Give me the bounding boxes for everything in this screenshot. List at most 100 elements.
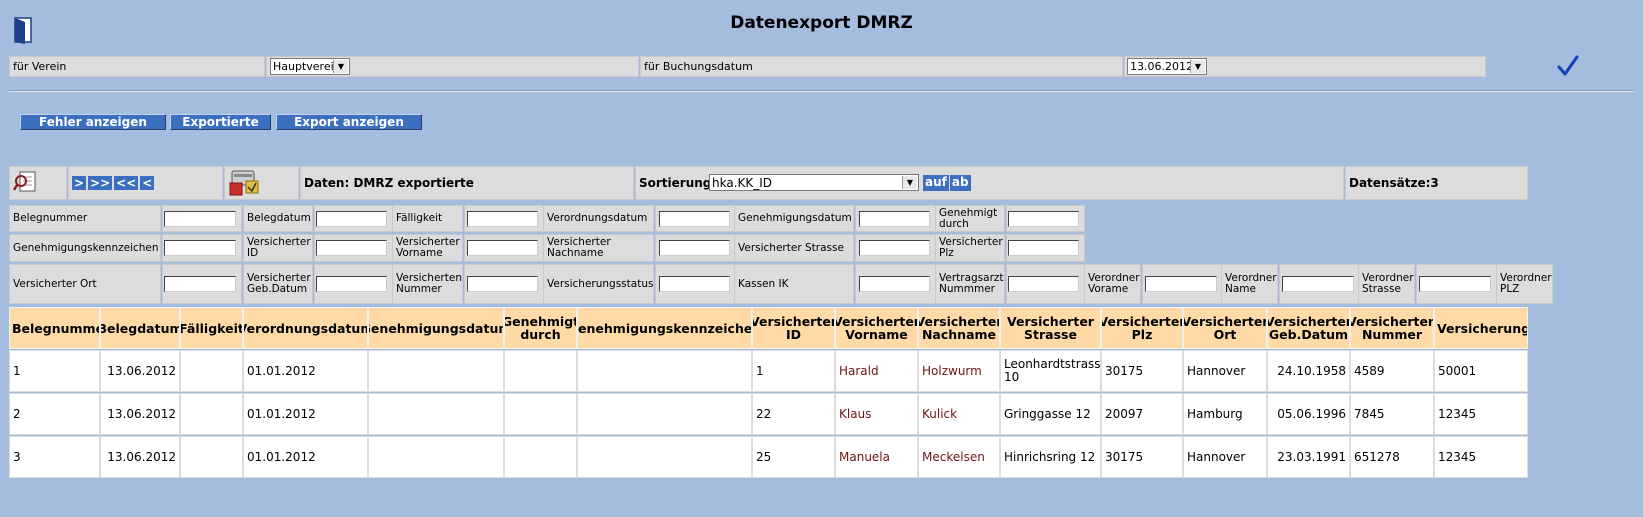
search-field-input[interactable]: [659, 276, 730, 292]
column-header[interactable]: Fälligkeit: [180, 307, 243, 349]
verein-label: für Verein: [9, 56, 265, 77]
search-field-input[interactable]: [859, 211, 930, 227]
table-cell: [368, 393, 504, 435]
table-cell: 25: [752, 436, 835, 478]
exportierte-button[interactable]: Exportierte: [170, 114, 271, 130]
table-cell: Hamburg: [1183, 393, 1267, 435]
column-header[interactable]: Genehmigungskennzeichen: [577, 307, 752, 349]
search-field-input[interactable]: [859, 240, 930, 256]
field-label: Verordner Vorame: [1084, 264, 1141, 304]
table-cell: Hannover: [1183, 350, 1267, 392]
prev-page-link[interactable]: <: [140, 176, 155, 190]
sortierung-select[interactable]: hka.KK_ID ▼: [709, 174, 919, 191]
search-field-input[interactable]: [1145, 276, 1217, 292]
table-cell: [504, 436, 577, 478]
column-header[interactable]: Versicherter Plz: [1101, 307, 1183, 349]
search-field-input[interactable]: [659, 240, 730, 256]
buchungsdatum-label: für Buchungsdatum: [640, 56, 1123, 77]
column-header[interactable]: Versicherter Nachname: [918, 307, 1000, 349]
table-cell: 22: [752, 393, 835, 435]
table-cell: 05.06.1996: [1267, 393, 1350, 435]
table-cell: 7845: [1350, 393, 1434, 435]
search-field-input[interactable]: [164, 240, 236, 256]
column-header[interactable]: Verordnungsdatum: [243, 307, 368, 349]
sortierung-label: Sortierung: [639, 176, 712, 190]
field-label: Versicherten Nummer: [392, 264, 463, 304]
search-field-input[interactable]: [467, 211, 538, 227]
search-field-input[interactable]: [316, 211, 387, 227]
table-cell: [180, 350, 243, 392]
search-field-input[interactable]: [1008, 211, 1079, 227]
column-header[interactable]: Genehmigt durch: [504, 307, 577, 349]
search-field-input[interactable]: [1282, 276, 1354, 292]
table-cell: 24.10.1958: [1267, 350, 1350, 392]
checkmark-icon[interactable]: [1557, 55, 1579, 77]
buchungsdatum-select[interactable]: 13.06.2012 ▼: [1127, 58, 1207, 75]
sort-asc-link[interactable]: auf: [923, 175, 949, 191]
table-cell: 12345: [1434, 436, 1528, 478]
verein-select[interactable]: Hauptverein ▼: [270, 58, 350, 75]
column-header[interactable]: Versicherter Strasse: [1000, 307, 1101, 349]
sort-desc-link[interactable]: ab: [949, 175, 971, 191]
table-cell: 13.06.2012: [100, 436, 180, 478]
field-label: Genehmigungsdatum: [734, 205, 854, 232]
table-cell: 651278: [1350, 436, 1434, 478]
table-cell: 1: [752, 350, 835, 392]
fehler-anzeigen-button[interactable]: Fehler anzeigen: [20, 114, 166, 130]
search-field-input[interactable]: [164, 276, 236, 292]
table-cell: 2: [9, 393, 100, 435]
magnifier-document-icon[interactable]: [12, 169, 39, 198]
table-cell: Hannover: [1183, 436, 1267, 478]
column-header[interactable]: Versicherter Vorname: [835, 307, 918, 349]
column-header[interactable]: Versicherungsstatu: [1434, 307, 1528, 349]
column-header[interactable]: Versicherten Nummer: [1350, 307, 1434, 349]
table-cell: 30175: [1101, 436, 1183, 478]
verein-select-value: Hauptverein: [273, 60, 341, 73]
field-label: Verordner PLZ: [1496, 264, 1553, 304]
table-cell: 13.06.2012: [100, 393, 180, 435]
column-header[interactable]: Genehmigungsdatum: [368, 307, 504, 349]
field-label: Versicherter Geb.Datum: [243, 264, 313, 304]
search-field-input[interactable]: [164, 211, 236, 227]
column-header[interactable]: Versicherter ID: [752, 307, 835, 349]
field-label: Verordner Name: [1221, 264, 1278, 304]
chevron-down-icon: ▼: [333, 60, 348, 73]
table-cell: [577, 436, 752, 478]
search-field-input[interactable]: [1008, 276, 1079, 292]
export-anzeigen-button[interactable]: Export anzeigen: [276, 114, 422, 130]
export-package-icon[interactable]: [228, 167, 262, 199]
table-cell: [577, 393, 752, 435]
sortierung-select-value: hka.KK_ID: [712, 175, 773, 190]
column-header[interactable]: Belegdatum: [100, 307, 180, 349]
chevron-down-icon: ▼: [902, 176, 917, 189]
search-field-input[interactable]: [467, 240, 538, 256]
export-cell: [224, 166, 299, 200]
search-field-input[interactable]: [316, 240, 387, 256]
last-page-link[interactable]: >>: [88, 176, 113, 190]
chevron-down-icon: ▼: [1190, 60, 1205, 73]
field-label: Versicherter Vorname: [392, 234, 463, 262]
column-header[interactable]: Versicherter Geb.Datum: [1267, 307, 1350, 349]
search-field-input[interactable]: [1419, 276, 1491, 292]
column-header[interactable]: Versicherter Ort: [1183, 307, 1267, 349]
table-cell: 3: [9, 436, 100, 478]
field-label: Belegdatum: [243, 205, 313, 232]
page-title: Datenexport DMRZ: [730, 13, 913, 33]
divider: [9, 90, 1634, 92]
search-field-input[interactable]: [659, 211, 730, 227]
next-page-link[interactable]: >: [72, 176, 87, 190]
table-cell: Hinrichsring 12: [1000, 436, 1101, 478]
table-cell: Leonhardtstrasse 10: [1000, 350, 1101, 392]
search-field-input[interactable]: [316, 276, 387, 292]
table-cell: 4589: [1350, 350, 1434, 392]
search-field-input[interactable]: [467, 276, 538, 292]
field-label: Belegnummer: [9, 205, 161, 232]
search-field-input[interactable]: [859, 276, 930, 292]
search-cell: [9, 166, 67, 200]
first-page-link[interactable]: <<: [114, 176, 139, 190]
field-label: Versicherter Plz: [935, 234, 1005, 262]
table-cell: Klaus: [835, 393, 918, 435]
column-header[interactable]: Belegnummer: [9, 307, 100, 349]
table-cell: [368, 436, 504, 478]
search-field-input[interactable]: [1008, 240, 1079, 256]
